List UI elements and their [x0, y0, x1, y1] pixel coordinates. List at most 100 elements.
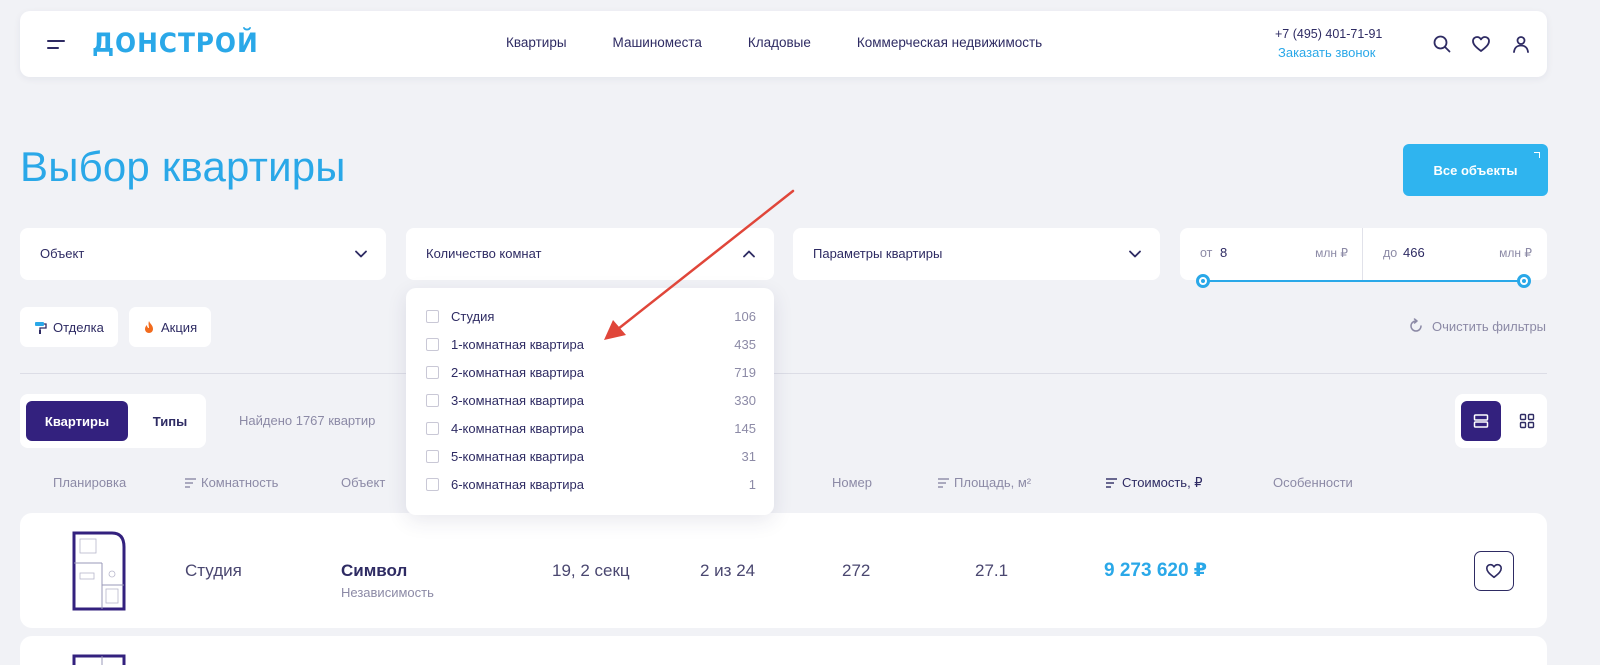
sort-icon [1106, 478, 1117, 488]
price-from-field[interactable]: от 8 млн ₽ [1180, 228, 1363, 280]
floor-plan-image[interactable] [72, 529, 126, 611]
page-title: Выбор квартиры [20, 143, 346, 190]
option-label: 1-комнатная квартира [451, 336, 584, 352]
col-price-label: Стоимость, ₽ [1122, 475, 1203, 490]
checkbox[interactable] [426, 393, 439, 407]
flame-icon [145, 321, 153, 333]
rooms-option-studio[interactable]: Студия 106 [426, 306, 756, 326]
row-type: Студия [185, 561, 242, 580]
nav-apartments[interactable]: Квартиры [506, 35, 567, 50]
user-icon[interactable] [1511, 34, 1531, 54]
option-label: 3-комнатная квартира [451, 392, 584, 408]
price-slider-min-handle[interactable] [1196, 274, 1210, 288]
chevron-down-icon [355, 250, 367, 258]
grid-view-button[interactable] [1507, 401, 1547, 441]
paint-roller-icon [35, 321, 47, 334]
col-number-label: Номер [832, 475, 873, 490]
logo[interactable]: ДОНСТРОЙ [92, 28, 259, 59]
option-count: 435 [734, 336, 756, 352]
option-label: 6-комнатная квартира [451, 476, 584, 492]
col-number: Номер [832, 475, 872, 490]
price-slider-track[interactable] [1202, 280, 1524, 282]
row-object-name: Символ [341, 561, 408, 580]
nav-commercial[interactable]: Коммерческая недвижимость [857, 35, 1042, 50]
heart-icon[interactable] [1471, 34, 1491, 54]
table-row[interactable]: Студия Символ Независимость 19, 2 секц 2… [20, 513, 1547, 628]
rooms-select-label: Количество комнат [426, 246, 542, 261]
col-features: Особенности [1273, 475, 1353, 490]
nav-parking[interactable]: Машиноместа [613, 35, 702, 50]
finish-tag-label: Отделка [53, 319, 104, 335]
checkbox[interactable] [426, 337, 439, 351]
menu-icon[interactable] [47, 40, 65, 50]
callback-link[interactable]: Заказать звонок [1278, 45, 1375, 60]
rooms-select[interactable]: Количество комнат [406, 228, 774, 280]
option-count: 31 [741, 448, 756, 464]
col-area[interactable]: Площадь, м² [938, 475, 1031, 490]
rooms-option-5[interactable]: 5-комнатная квартира 31 [426, 446, 756, 466]
heart-icon [1485, 563, 1503, 579]
row-price: 9 273 620 ₽ [1104, 560, 1208, 581]
col-features-label: Особенности [1273, 475, 1353, 490]
col-rooms[interactable]: Комнатность [185, 475, 278, 490]
favorite-button[interactable] [1474, 551, 1514, 591]
price-to-field[interactable]: до 466 млн ₽ [1363, 228, 1546, 280]
chevron-up-icon [743, 250, 755, 258]
clear-filters-button[interactable]: Очистить фильтры [1408, 318, 1546, 334]
option-label: 4-комнатная квартира [451, 420, 584, 436]
table-row[interactable] [20, 636, 1547, 665]
rooms-option-6[interactable]: 6-комнатная квартира 1 [426, 474, 756, 494]
option-count: 330 [734, 392, 756, 408]
checkbox[interactable] [426, 309, 439, 323]
main-nav: Квартиры Машиноместа Кладовые Коммерческ… [506, 35, 1042, 50]
results-count: Найдено 1767 квартир [239, 413, 376, 428]
tab-types[interactable]: Типы [140, 401, 200, 441]
tab-apartments[interactable]: Квартиры [26, 401, 128, 441]
checkbox[interactable] [426, 421, 439, 435]
rooms-option-4[interactable]: 4-комнатная квартира 145 [426, 418, 756, 438]
promo-tag[interactable]: Акция [129, 307, 212, 347]
option-label: Студия [451, 308, 495, 324]
col-area-label: Площадь, м² [954, 475, 1032, 490]
price-slider-max-handle[interactable] [1517, 274, 1531, 288]
col-price[interactable]: Стоимость, ₽ [1106, 475, 1203, 491]
view-mode-tabs: Квартиры Типы [20, 394, 206, 448]
checkbox[interactable] [426, 477, 439, 491]
nav-storage[interactable]: Кладовые [748, 35, 811, 50]
list-view-button[interactable] [1461, 401, 1501, 441]
params-select[interactable]: Параметры квартиры [793, 228, 1160, 280]
row-object-district: Независимость [341, 585, 434, 600]
col-plan: Планировка [53, 475, 126, 490]
col-object-label: Объект [341, 475, 386, 490]
row-number: 272 [842, 561, 871, 580]
price-to-value[interactable]: 466 [1403, 245, 1425, 260]
grid-view-icon [1519, 413, 1535, 429]
object-select[interactable]: Объект [20, 228, 386, 280]
col-object: Объект [341, 475, 385, 490]
rooms-option-3[interactable]: 3-комнатная квартира 330 [426, 390, 756, 410]
search-icon[interactable] [1432, 34, 1452, 54]
option-count: 719 [734, 364, 756, 380]
all-objects-button[interactable]: Все объекты [1403, 144, 1548, 196]
divider [20, 373, 1547, 374]
rooms-dropdown: Студия 106 1-комнатная квартира 435 2-ко… [406, 288, 774, 515]
phone-number[interactable]: +7 (495) 401-71-91 [1275, 27, 1382, 41]
price-from-value[interactable]: 8 [1220, 245, 1227, 260]
sort-icon [938, 477, 949, 488]
clear-filters-label: Очистить фильтры [1432, 318, 1547, 334]
option-label: 2-комнатная квартира [451, 364, 584, 380]
row-floor: 2 из 24 [700, 561, 756, 580]
params-select-label: Параметры квартиры [813, 246, 943, 261]
checkbox[interactable] [426, 449, 439, 463]
price-range: от 8 млн ₽ до 466 млн ₽ [1180, 228, 1547, 280]
price-to-prefix: до [1383, 246, 1398, 260]
rooms-option-2[interactable]: 2-комнатная квартира 719 [426, 362, 756, 382]
rooms-option-1[interactable]: 1-комнатная квартира 435 [426, 334, 756, 354]
floor-plan-image[interactable] [72, 654, 126, 665]
corner-arrow-icon [1534, 152, 1540, 158]
chevron-down-icon [1129, 250, 1141, 258]
finish-tag[interactable]: Отделка [20, 307, 118, 347]
checkbox[interactable] [426, 365, 439, 379]
layout-switcher [1455, 394, 1547, 448]
all-objects-label: Все объекты [1433, 162, 1518, 178]
